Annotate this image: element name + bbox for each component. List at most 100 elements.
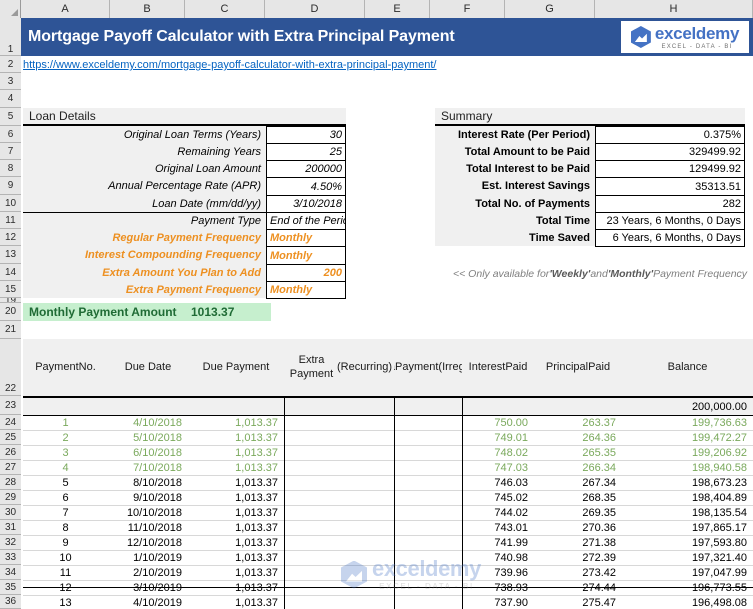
row-header-3[interactable]: 3 — [0, 73, 21, 90]
schedule-cell-extra-payment-recurring — [284, 550, 394, 565]
column-header-g[interactable]: G — [505, 0, 595, 18]
source-url-link[interactable]: https://www.exceldemy.com/mortgage-payof… — [23, 57, 723, 73]
row-header-27[interactable]: 27 — [0, 460, 21, 475]
schedule-header-extra-payment-recurring: Extra Payment(Recurring) — [284, 339, 394, 396]
row-header-36[interactable]: 36 — [0, 595, 21, 609]
schedule-cell-payment-no: 8 — [23, 520, 108, 535]
schedule-cell-balance: 197,047.99 — [622, 565, 753, 580]
loan-detail-value-0[interactable]: 30 — [266, 126, 346, 144]
schedule-cell-principal-paid: 270.36 — [534, 520, 622, 535]
loan-detail-label-3: Annual Percentage Rate (APR) — [23, 177, 266, 195]
schedule-cell-interest-paid: 740.98 — [462, 550, 534, 565]
loan-detail-value-5[interactable]: End of the Period — [266, 212, 346, 230]
opening-balance-value: 200,000.00 — [593, 398, 753, 415]
schedule-cell-principal-paid: 265.35 — [534, 445, 622, 460]
row-header-1[interactable]: 1 — [0, 18, 21, 56]
loan-detail-value-4[interactable]: 3/10/2018 — [266, 195, 346, 213]
loan-detail-value-1[interactable]: 25 — [266, 143, 346, 161]
schedule-cell-extra-payment-irregular — [394, 475, 462, 490]
row-header-29[interactable]: 29 — [0, 490, 21, 505]
availability-note: << Only available for 'Weekly' and 'Mont… — [453, 266, 753, 282]
schedule-cell-interest-paid: 749.01 — [462, 430, 534, 445]
schedule-cell-due-payment: 1,013.37 — [188, 520, 284, 535]
column-header-f[interactable]: F — [430, 0, 505, 18]
row-header-8[interactable]: 8 — [0, 160, 21, 177]
row-header-25[interactable]: 25 — [0, 430, 21, 445]
column-header-b[interactable]: B — [110, 0, 185, 18]
row-header-12[interactable]: 12 — [0, 229, 21, 246]
row-header-31[interactable]: 31 — [0, 520, 21, 535]
schedule-cell-extra-payment-recurring — [284, 445, 394, 460]
row-header-14[interactable]: 14 — [0, 264, 21, 281]
loan-detail-label-6: Regular Payment Frequency — [23, 229, 266, 246]
schedule-cell-principal-paid: 266.34 — [534, 460, 622, 475]
row-header-21[interactable]: 21 — [0, 321, 21, 339]
schedule-cell-extra-payment-recurring — [284, 595, 394, 609]
select-all-corner[interactable] — [0, 0, 21, 18]
row-header-26[interactable]: 26 — [0, 445, 21, 460]
loan-detail-label-8: Extra Amount You Plan to Add — [23, 264, 266, 281]
loan-detail-label-7: Interest Compounding Frequency — [23, 246, 266, 264]
schedule-cell-due-payment: 1,013.37 — [188, 535, 284, 550]
summary-heading: Summary — [435, 108, 745, 126]
schedule-cell-balance: 199,472.27 — [622, 430, 753, 445]
schedule-cell-due-date: 1/10/2019 — [108, 550, 188, 565]
loan-detail-label-0: Original Loan Terms (Years) — [23, 126, 266, 143]
loan-detail-value-7[interactable]: Monthly — [266, 246, 346, 265]
schedule-cell-principal-paid: 272.39 — [534, 550, 622, 565]
schedule-cell-principal-paid: 273.42 — [534, 565, 622, 580]
schedule-header-interest-paid: InterestPaid — [462, 339, 534, 396]
row-header-7[interactable]: 7 — [0, 143, 21, 160]
row-header-6[interactable]: 6 — [0, 126, 21, 143]
summary-label-0: Interest Rate (Per Period) — [435, 126, 595, 143]
schedule-cell-interest-paid: 748.02 — [462, 445, 534, 460]
row-header-22[interactable]: 22 — [0, 339, 21, 396]
row-header-24[interactable]: 24 — [0, 415, 21, 430]
row-header-15[interactable]: 15 — [0, 281, 21, 298]
row-header-20[interactable]: 20 — [0, 303, 21, 321]
loan-detail-value-2[interactable]: 200000 — [266, 160, 346, 178]
schedule-cell-payment-no: 2 — [23, 430, 108, 445]
schedule-cell-due-payment: 1,013.37 — [188, 475, 284, 490]
schedule-cell-payment-no: 9 — [23, 535, 108, 550]
row-header-33[interactable]: 33 — [0, 550, 21, 565]
loan-detail-value-6[interactable]: Monthly — [266, 229, 346, 247]
row-header-30[interactable]: 30 — [0, 505, 21, 520]
column-header-d[interactable]: D — [265, 0, 365, 18]
extra-recurring-right-border — [394, 398, 395, 609]
loan-detail-label-4: Loan Date (mm/dd/yy) — [23, 195, 266, 212]
schedule-cell-interest-paid: 741.99 — [462, 535, 534, 550]
schedule-cell-due-date: 10/10/2018 — [108, 505, 188, 520]
row-header-10[interactable]: 10 — [0, 195, 21, 212]
column-header-c[interactable]: C — [185, 0, 265, 18]
column-header-e[interactable]: E — [365, 0, 430, 18]
schedule-cell-extra-payment-recurring — [284, 565, 394, 580]
summary-value-6: 6 Years, 6 Months, 0 Days — [595, 229, 745, 247]
loan-detail-value-8[interactable]: 200 — [266, 264, 346, 282]
summary-label-3: Est. Interest Savings — [435, 177, 595, 195]
schedule-cell-due-payment: 1,013.37 — [188, 445, 284, 460]
row-header-13[interactable]: 13 — [0, 246, 21, 264]
loan-details-heading: Loan Details — [23, 108, 346, 126]
column-header-h[interactable]: H — [595, 0, 753, 18]
row-header-4[interactable]: 4 — [0, 90, 21, 108]
schedule-cell-extra-payment-irregular — [394, 520, 462, 535]
row-header-34[interactable]: 34 — [0, 565, 21, 580]
row-header-23[interactable]: 23 — [0, 396, 21, 415]
schedule-cell-payment-no: 1 — [23, 415, 108, 430]
schedule-cell-payment-no: 4 — [23, 460, 108, 475]
row-header-32[interactable]: 32 — [0, 535, 21, 550]
row-header-35[interactable]: 35 — [0, 580, 21, 595]
row-header-9[interactable]: 9 — [0, 177, 21, 195]
row-header-11[interactable]: 11 — [0, 212, 21, 229]
schedule-cell-interest-paid: 739.96 — [462, 565, 534, 580]
row-header-2[interactable]: 2 — [0, 56, 21, 73]
column-header-a[interactable]: A — [21, 0, 110, 18]
schedule-cell-due-payment: 1,013.37 — [188, 565, 284, 580]
schedule-header-due-date: Due Date — [108, 339, 188, 396]
loan-detail-value-9[interactable]: Monthly — [266, 281, 346, 299]
schedule-cell-balance: 199,206.92 — [622, 445, 753, 460]
loan-detail-value-3[interactable]: 4.50% — [266, 177, 346, 196]
row-header-28[interactable]: 28 — [0, 475, 21, 490]
row-header-5[interactable]: 5 — [0, 108, 21, 126]
